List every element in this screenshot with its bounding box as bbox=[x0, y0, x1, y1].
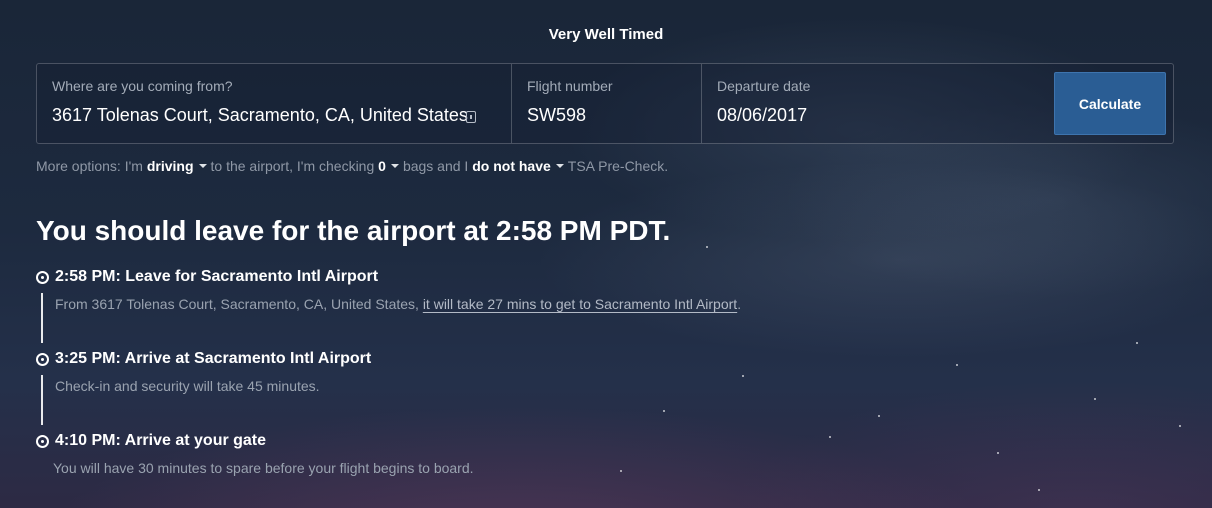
step-description: Check-in and security will take 45 minut… bbox=[55, 378, 320, 394]
clock-icon bbox=[36, 270, 49, 284]
options-prefix: More options: I'm bbox=[36, 158, 143, 174]
options-middle-1: to the airport, I'm checking bbox=[210, 158, 375, 174]
more-options: More options: I'm driving to the airport,… bbox=[36, 158, 668, 174]
precheck-dropdown[interactable]: do not have bbox=[472, 158, 568, 174]
departure-date-field[interactable]: Departure date 08/06/2017 bbox=[702, 64, 1042, 143]
step-title: 4:10 PM: Arrive at your gate bbox=[36, 432, 266, 450]
step-title-text: 2:58 PM: Leave for Sacramento Intl Airpo… bbox=[55, 268, 379, 285]
departure-date-input[interactable]: 08/06/2017 bbox=[717, 105, 807, 126]
precheck-value[interactable]: do not have bbox=[472, 158, 551, 174]
timeline-connector bbox=[41, 293, 43, 343]
step-title-text: 3:25 PM: Arrive at Sacramento Intl Airpo… bbox=[55, 350, 372, 367]
caret-down-icon[interactable] bbox=[198, 164, 207, 169]
origin-field[interactable]: Where are you coming from? 3617 Tolenas … bbox=[37, 64, 512, 143]
bags-dropdown[interactable]: 0 bbox=[378, 158, 403, 174]
step-desc-suffix: . bbox=[737, 296, 742, 312]
clock-icon bbox=[36, 352, 49, 366]
step-title: 2:58 PM: Leave for Sacramento Intl Airpo… bbox=[36, 268, 378, 286]
caret-down-icon[interactable] bbox=[390, 164, 399, 169]
step-title-text: 4:10 PM: Arrive at your gate bbox=[55, 432, 267, 449]
result-headline: You should leave for the airport at 2:58… bbox=[36, 215, 671, 246]
step-description: From 3617 Tolenas Court, Sacramento, CA,… bbox=[55, 296, 741, 312]
location-icon[interactable] bbox=[466, 111, 476, 123]
origin-input[interactable]: 3617 Tolenas Court, Sacramento, CA, Unit… bbox=[52, 105, 468, 126]
flight-number-field[interactable]: Flight number SW598 bbox=[512, 64, 702, 143]
step-description: You will have 30 minutes to spare before… bbox=[53, 460, 474, 476]
app-title: Very Well Timed bbox=[548, 26, 664, 43]
caret-down-icon[interactable] bbox=[555, 164, 564, 169]
flight-number-label: Flight number bbox=[527, 78, 613, 94]
calculate-button[interactable]: Calculate bbox=[1054, 72, 1166, 135]
transport-value[interactable]: driving bbox=[147, 158, 194, 174]
origin-label: Where are you coming from? bbox=[52, 78, 233, 94]
timeline-connector bbox=[41, 375, 43, 425]
transport-dropdown[interactable]: driving bbox=[147, 158, 211, 174]
flight-search-form: Where are you coming from? 3617 Tolenas … bbox=[36, 63, 1174, 144]
options-middle-2: bags and I bbox=[402, 158, 469, 174]
directions-link[interactable]: it will take 27 mins to get to Sacrament… bbox=[423, 296, 737, 312]
options-suffix: TSA Pre-Check. bbox=[567, 158, 669, 174]
clock-icon bbox=[36, 434, 49, 448]
bags-value[interactable]: 0 bbox=[378, 158, 386, 174]
step-title: 3:25 PM: Arrive at Sacramento Intl Airpo… bbox=[36, 350, 371, 368]
departure-date-label: Departure date bbox=[717, 78, 811, 94]
step-desc-prefix: From 3617 Tolenas Court, Sacramento, CA,… bbox=[55, 296, 419, 312]
flight-number-input[interactable]: SW598 bbox=[527, 105, 586, 126]
